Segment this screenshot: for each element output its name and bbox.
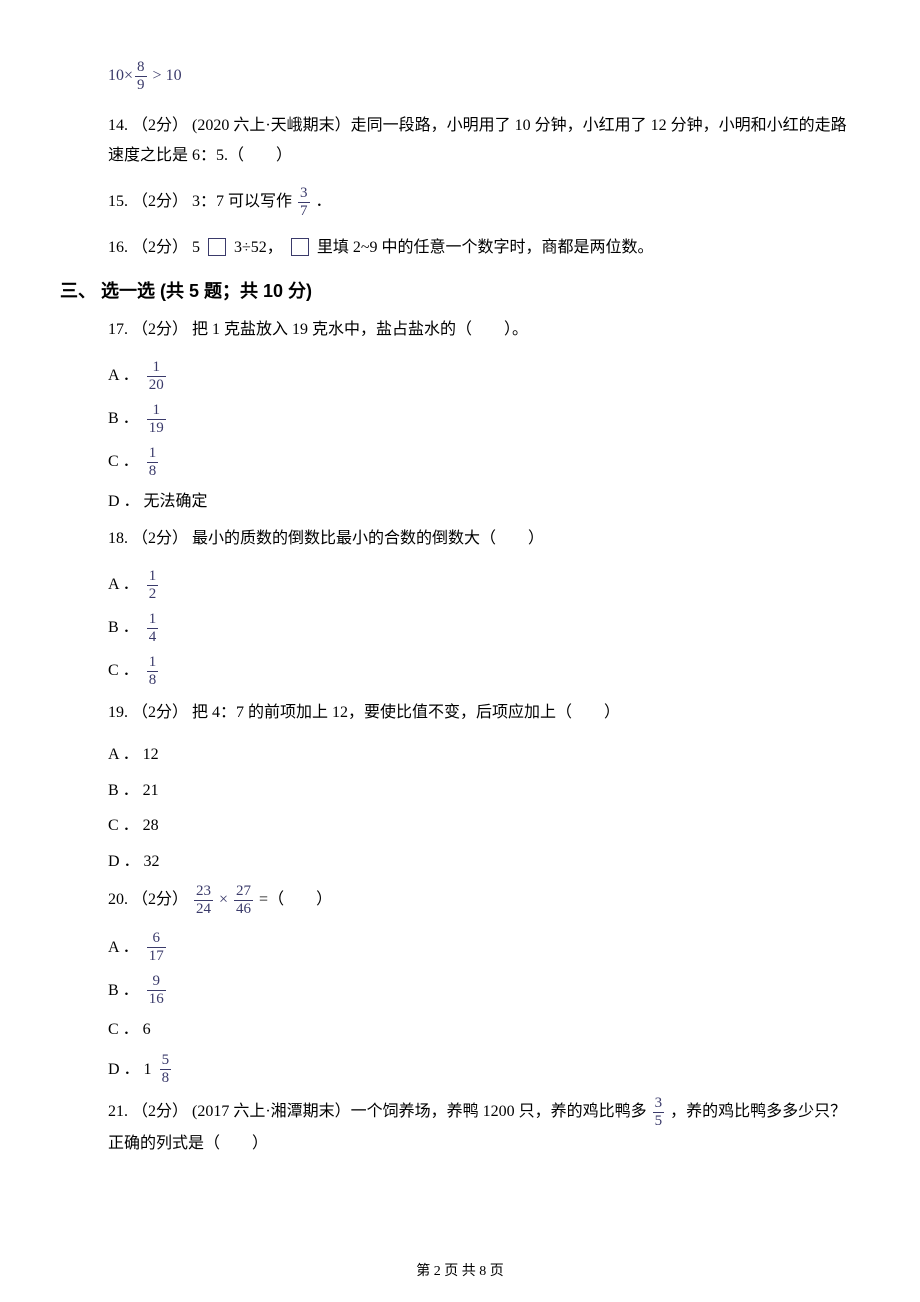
q20-f1: 2324 xyxy=(194,884,213,917)
question-19-stem: 19. （2分） 把 4：7 的前项加上 12，要使比值不变，后项应加上（ ） xyxy=(60,698,860,728)
option-label: D ． 无法确定 xyxy=(108,489,208,515)
option-label: A ． xyxy=(108,935,139,961)
q18-c-frac: 18 xyxy=(147,655,159,688)
option-label: A ． xyxy=(108,363,139,389)
question-21: 21. （2分） (2017 六上·湘潭期末）一个饲养场，养鸭 1200 只，养… xyxy=(60,1096,860,1159)
option-label: D ． 32 xyxy=(108,849,160,875)
q18-option-c: C ． 18 xyxy=(60,655,860,688)
q15-frac: 37 xyxy=(298,186,310,219)
question-15: 15. （2分） 3：7 可以写作 37 ． xyxy=(60,186,860,219)
q20-option-b: B ． 916 xyxy=(60,974,860,1007)
q20-option-c: C ． 6 xyxy=(60,1017,860,1043)
q20-eq: =（ ） xyxy=(259,891,332,908)
q19-option-a: A ． 12 xyxy=(60,742,860,768)
q18-option-b: B ． 14 xyxy=(60,612,860,645)
page-footer: 第 2 页 共 8 页 xyxy=(0,1260,920,1280)
option-label: C ． xyxy=(108,658,139,684)
option-label: A ． xyxy=(108,572,139,598)
times-sign: × xyxy=(124,67,133,84)
option-label: C ． 28 xyxy=(108,813,159,839)
q20-d-frac: 58 xyxy=(160,1053,172,1086)
option-label: B ． xyxy=(108,978,139,1004)
q20-f2: 2746 xyxy=(234,884,253,917)
lhs-frac: 89 xyxy=(135,60,147,93)
q18-b-frac: 14 xyxy=(147,612,159,645)
blank-box-icon xyxy=(291,238,309,256)
option-label: B ． xyxy=(108,615,139,641)
q17-option-d: D ． 无法确定 xyxy=(60,489,860,515)
q20-a-frac: 617 xyxy=(147,931,166,964)
q19-option-c: C ． 28 xyxy=(60,813,860,839)
question-16: 16. （2分） 5 3÷52， 里填 2~9 中的任意一个数字时，商都是两位数… xyxy=(60,233,860,263)
q17-option-c: C ． 18 xyxy=(60,446,860,479)
q20-b-frac: 916 xyxy=(147,974,166,1007)
q20-prefix: 20. （2分） xyxy=(108,891,192,908)
q19-option-d: D ． 32 xyxy=(60,849,860,875)
option-label: B ． xyxy=(108,406,139,432)
q20-option-a: A ． 617 xyxy=(60,931,860,964)
q15-suffix: ． xyxy=(316,193,332,210)
option-label: A ． 12 xyxy=(108,742,159,768)
option-label: C ． xyxy=(108,449,139,475)
q16-suffix: 里填 2~9 中的任意一个数字时，商都是两位数。 xyxy=(317,239,654,256)
question-18-stem: 18. （2分） 最小的质数的倒数比最小的合数的倒数大（ ） xyxy=(60,524,860,554)
q14-text: 14. （2分） (2020 六上·天峨期末）走同一段路，小明用了 10 分钟，… xyxy=(108,117,847,164)
option-label: B ． 21 xyxy=(108,778,159,804)
q17-c-frac: 18 xyxy=(147,446,159,479)
question-17-stem: 17. （2分） 把 1 克盐放入 19 克水中，盐占盐水的（ ）。 xyxy=(60,315,860,345)
option-label: C ． 6 xyxy=(108,1017,151,1043)
q16-prefix: 16. （2分） 5 xyxy=(108,239,204,256)
q16-mid1: 3÷52， xyxy=(234,239,287,256)
times-sign: × xyxy=(219,891,228,908)
option-label: D ． 1 xyxy=(108,1057,152,1083)
q17-option-a: A ． 120 xyxy=(60,360,860,393)
lhs-mult: 10 xyxy=(108,67,124,84)
q17-option-b: B ． 119 xyxy=(60,403,860,436)
blank-box-icon xyxy=(208,238,226,256)
compare-sign: > xyxy=(153,67,162,84)
q17-a-frac: 120 xyxy=(147,360,166,393)
q18-option-a: A ． 12 xyxy=(60,569,860,602)
q17-b-frac: 119 xyxy=(147,403,166,436)
rhs: 10 xyxy=(166,67,182,84)
q21-frac: 35 xyxy=(653,1096,665,1129)
top-formula: 10×89 > 10 xyxy=(60,60,860,93)
section-3-heading: 三、 选一选 (共 5 题；共 10 分) xyxy=(60,277,860,303)
question-14: 14. （2分） (2020 六上·天峨期末）走同一段路，小明用了 10 分钟，… xyxy=(60,111,860,172)
q20-option-d: D ． 1 58 xyxy=(60,1053,860,1086)
q21-prefix: 21. （2分） (2017 六上·湘潭期末）一个饲养场，养鸭 1200 只，养… xyxy=(108,1103,651,1120)
question-20-stem: 20. （2分） 2324 × 2746 =（ ） xyxy=(60,884,860,917)
q18-a-frac: 12 xyxy=(147,569,159,602)
q19-option-b: B ． 21 xyxy=(60,778,860,804)
q15-prefix: 15. （2分） 3：7 可以写作 xyxy=(108,193,296,210)
